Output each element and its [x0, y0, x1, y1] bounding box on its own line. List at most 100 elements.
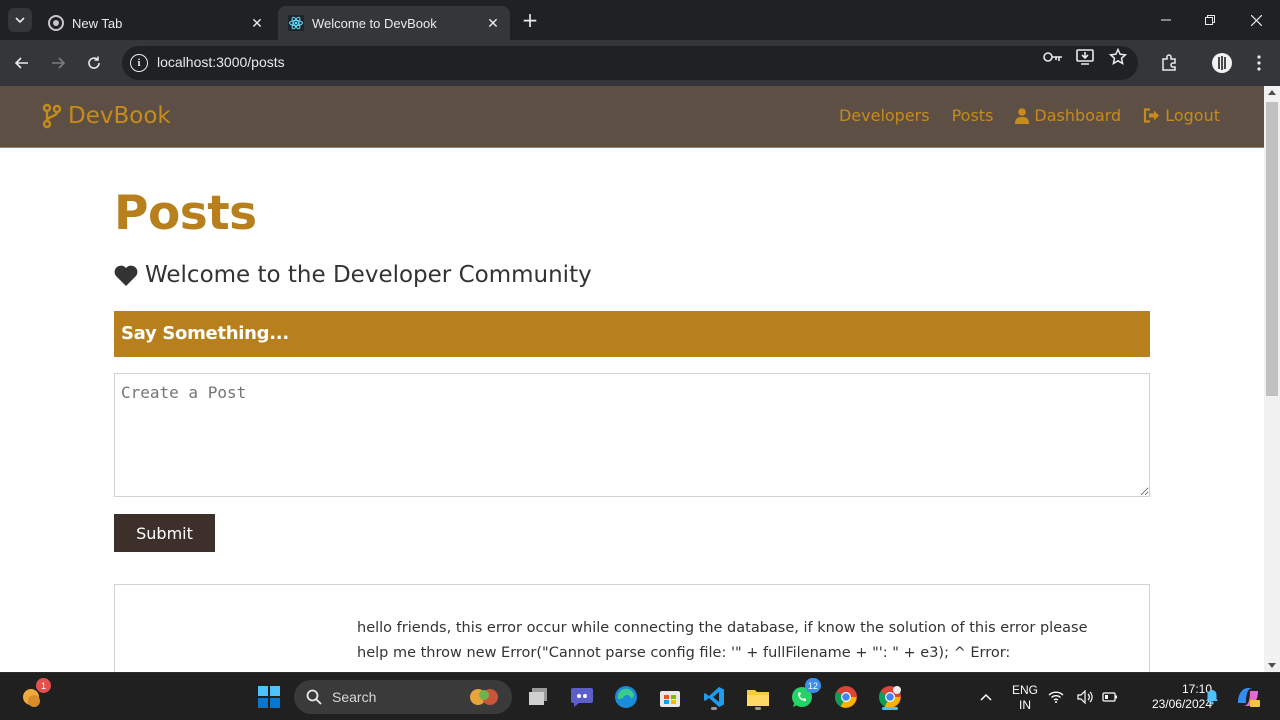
vscode-icon: [704, 687, 724, 707]
start-button[interactable]: [253, 681, 285, 713]
weather-widget[interactable]: 1: [16, 678, 51, 713]
copilot-button[interactable]: [1232, 681, 1264, 713]
page-title: Posts: [114, 186, 257, 241]
tab-welcome-to-devbook[interactable]: Welcome to DevBook ✕: [278, 6, 510, 40]
scroll-up-arrow-icon[interactable]: [1268, 90, 1276, 95]
running-indicator: [711, 707, 717, 710]
page-scrollbar[interactable]: [1264, 86, 1280, 672]
scrollbar-thumb[interactable]: [1266, 102, 1278, 396]
url-text: localhost:3000/posts: [157, 54, 285, 70]
close-tab-icon[interactable]: ✕: [484, 14, 502, 32]
nav-posts[interactable]: Posts: [952, 106, 994, 125]
wifi-status[interactable]: [1046, 681, 1066, 713]
install-app-icon[interactable]: [1074, 47, 1096, 67]
brand-link[interactable]: DevBook: [42, 103, 171, 129]
ms-store-button[interactable]: [654, 681, 686, 713]
post-text: hello friends, this error occur while co…: [357, 620, 1088, 661]
react-icon: [288, 15, 304, 31]
restore-button[interactable]: [1188, 0, 1232, 40]
new-tab-button[interactable]: +: [518, 8, 542, 32]
whatsapp-badge: 12: [804, 678, 821, 693]
tab-title: Welcome to DevBook: [312, 15, 437, 31]
nav-links: Developers Posts Dashboard Logout: [817, 106, 1220, 125]
heart-icon: [114, 265, 138, 286]
edge-button[interactable]: [610, 681, 642, 713]
tab-new-tab[interactable]: New Tab ✕: [38, 6, 274, 40]
chrome-button[interactable]: [830, 681, 862, 713]
copilot-icon: [1238, 688, 1260, 707]
chrome-profile-icon: [879, 686, 901, 708]
windows-logo-icon: [258, 686, 280, 708]
input-language[interactable]: ENG IN: [1010, 683, 1040, 713]
battery-status[interactable]: [1100, 681, 1120, 713]
create-post-textarea[interactable]: [114, 373, 1150, 497]
chrome-icon: [48, 15, 64, 31]
nav-developers[interactable]: Developers: [839, 106, 930, 125]
nav-logout[interactable]: Logout: [1143, 106, 1220, 125]
lang-region: IN: [1019, 698, 1031, 712]
back-button[interactable]: [8, 49, 36, 77]
nav-dashboard-label: Dashboard: [1034, 106, 1122, 125]
post-form-header: Say Something...: [114, 311, 1150, 357]
task-view-icon: [529, 688, 547, 705]
reload-icon: [88, 56, 100, 69]
close-icon: [1250, 14, 1262, 26]
page-lead: Welcome to the Developer Community: [114, 262, 592, 288]
taskbar-search[interactable]: Search: [294, 680, 512, 714]
task-view-button[interactable]: [522, 681, 554, 713]
code-branch-icon: [42, 103, 62, 129]
battery-icon: [1102, 692, 1117, 702]
forward-button[interactable]: [44, 49, 72, 77]
chat-icon: [571, 688, 593, 707]
volume-icon: [1077, 690, 1093, 704]
chrome-profile-button[interactable]: [874, 681, 906, 713]
chrome-icon: [835, 686, 857, 708]
notifications-button[interactable]: [1200, 681, 1224, 713]
lang-code: ENG: [1011, 683, 1038, 697]
active-indicator: [882, 707, 898, 710]
folder-icon: [747, 690, 769, 706]
weather-badge: 1: [36, 678, 51, 693]
whatsapp-button[interactable]: 12: [786, 678, 821, 713]
volume-status[interactable]: [1075, 681, 1095, 713]
site-info-icon[interactable]: i: [130, 54, 148, 72]
chevron-up-icon: [980, 693, 992, 701]
sign-out-icon: [1144, 108, 1160, 123]
password-key-icon[interactable]: [1042, 47, 1064, 67]
extensions-puzzle-icon[interactable]: [1157, 51, 1181, 75]
minimize-button[interactable]: [1144, 0, 1188, 40]
vscode-button[interactable]: [698, 681, 730, 713]
site-navbar: DevBook Developers Posts Dashboard Logou…: [0, 86, 1264, 148]
brand-name: DevBook: [68, 103, 171, 129]
show-hidden-icons-button[interactable]: [970, 681, 1002, 713]
submit-post-button[interactable]: Submit: [114, 514, 215, 552]
bookmark-star-icon[interactable]: [1107, 47, 1129, 67]
arrow-left-icon: [14, 57, 28, 69]
scroll-down-arrow-icon[interactable]: [1268, 663, 1276, 668]
profile-avatar[interactable]: [1210, 51, 1234, 75]
nav-dashboard[interactable]: Dashboard: [1015, 106, 1121, 125]
search-highlight-icon: [470, 689, 498, 705]
minimize-icon: [1161, 19, 1171, 21]
close-window-button[interactable]: [1234, 0, 1278, 40]
teams-chat-button[interactable]: [566, 681, 598, 713]
browser-toolbar: i localhost:3000/posts: [0, 40, 1280, 86]
browser-tab-strip: New Tab ✕ Welcome to DevBook ✕ +: [0, 0, 1280, 40]
edge-icon: [615, 686, 637, 708]
search-label: Search: [332, 689, 377, 705]
arrow-right-icon: [52, 57, 66, 69]
bell-icon: [1206, 690, 1218, 705]
close-tab-icon[interactable]: ✕: [248, 14, 266, 32]
running-indicator: [755, 707, 761, 710]
chevron-down-icon: [15, 17, 25, 24]
reload-button[interactable]: [80, 49, 108, 77]
lead-text: Welcome to the Developer Community: [145, 262, 592, 288]
search-icon: [306, 689, 322, 705]
post-item: hello friends, this error occur while co…: [114, 584, 1150, 672]
address-bar[interactable]: i localhost:3000/posts: [122, 46, 1138, 80]
browser-menu-icon[interactable]: [1247, 51, 1271, 75]
user-icon: [1015, 107, 1030, 124]
tab-search-button[interactable]: [8, 8, 32, 32]
wifi-icon: [1048, 691, 1064, 703]
file-explorer-button[interactable]: [742, 681, 774, 713]
